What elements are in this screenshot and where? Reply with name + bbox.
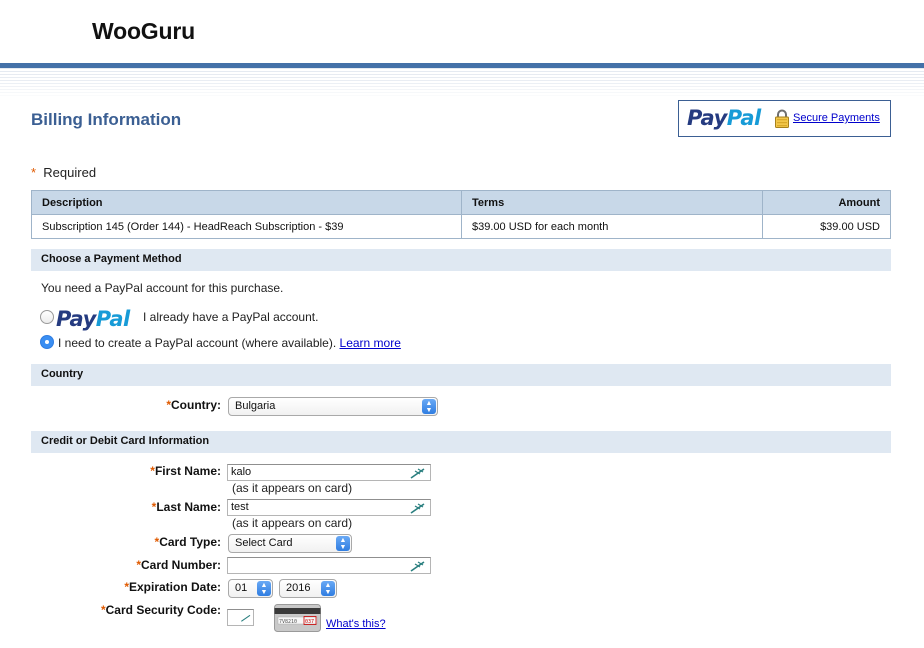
card-back-icon: 7V8210 037 xyxy=(274,604,321,632)
select-arrows-icon: ▲ ▼ xyxy=(336,536,350,551)
section-card-info: Credit or Debit Card Information xyxy=(31,431,891,453)
autofill-icon xyxy=(410,561,425,572)
card-type-select[interactable]: Select Card ▲ ▼ xyxy=(228,534,352,553)
row-terms: $39.00 USD for each month xyxy=(461,214,763,239)
first-name-label: *First Name: xyxy=(150,464,221,478)
row-description: Subscription 145 (Order 144) - HeadReach… xyxy=(31,214,462,239)
exp-year-select[interactable]: 2016 ▲ ▼ xyxy=(279,579,337,598)
order-summary-table: Description Terms Amount Subscription 14… xyxy=(31,190,891,239)
radio-create-account[interactable] xyxy=(40,335,54,349)
secure-payments-box: PayPal Secure Payments xyxy=(678,100,891,137)
section-country: Country xyxy=(31,364,891,386)
last-name-hint: (as it appears on card) xyxy=(232,516,353,530)
page-title: Billing Information xyxy=(31,110,182,129)
expiration-label: *Expiration Date: xyxy=(124,580,221,594)
first-name-hint: (as it appears on card) xyxy=(232,481,353,495)
select-arrows-icon: ▲ ▼ xyxy=(257,581,271,596)
autofill-icon xyxy=(241,614,251,622)
paypal-logo: PayPal xyxy=(687,106,761,130)
cvv-sample-text: 7V8210 xyxy=(279,619,297,625)
option-create-label: I need to create a PayPal account (where… xyxy=(58,336,337,350)
exp-month-select[interactable]: 01 ▲ ▼ xyxy=(228,579,273,598)
row-amount: $39.00 USD xyxy=(762,214,891,239)
option-existing-label: I already have a PayPal account. xyxy=(143,310,319,324)
card-type-label: *Card Type: xyxy=(154,535,221,549)
learn-more-link[interactable]: Learn more xyxy=(340,336,401,350)
section-payment-method: Choose a Payment Method xyxy=(31,249,891,271)
header-stripes-fade xyxy=(0,68,924,100)
cvv-code-text: 037 xyxy=(305,619,314,625)
lock-icon xyxy=(775,109,789,128)
payment-intro: You need a PayPal account for this purch… xyxy=(41,281,284,295)
whats-this-link[interactable]: What's this? xyxy=(326,618,386,630)
radio-existing-account[interactable] xyxy=(40,310,54,324)
secure-payments-link[interactable]: Secure Payments xyxy=(793,112,880,124)
column-header-terms: Terms xyxy=(461,190,763,215)
last-name-input[interactable]: test xyxy=(227,499,431,516)
last-name-label: *Last Name: xyxy=(151,500,221,514)
country-label: *Country: xyxy=(166,398,221,412)
required-legend: * Required xyxy=(31,165,97,180)
country-select[interactable]: Bulgaria ▲ ▼ xyxy=(228,397,438,416)
card-number-label: *Card Number: xyxy=(136,558,221,572)
autofill-icon xyxy=(410,468,425,479)
first-name-input[interactable]: kalo xyxy=(227,464,431,481)
csc-input[interactable] xyxy=(227,609,254,626)
table-header-row: Description Terms Amount xyxy=(31,190,891,215)
brand-title: WooGuru xyxy=(92,18,195,44)
paypal-logo-inline: PayPal xyxy=(56,307,130,331)
column-header-amount: Amount xyxy=(762,190,891,215)
csc-label: *Card Security Code: xyxy=(100,603,221,617)
card-number-input[interactable] xyxy=(227,557,431,574)
select-arrows-icon: ▲ ▼ xyxy=(422,399,436,414)
option-create-row: I need to create a PayPal account (where… xyxy=(58,336,401,350)
autofill-icon xyxy=(410,503,425,514)
table-row: Subscription 145 (Order 144) - HeadReach… xyxy=(31,214,891,239)
column-header-description: Description xyxy=(31,190,462,215)
select-arrows-icon: ▲ ▼ xyxy=(321,581,335,596)
